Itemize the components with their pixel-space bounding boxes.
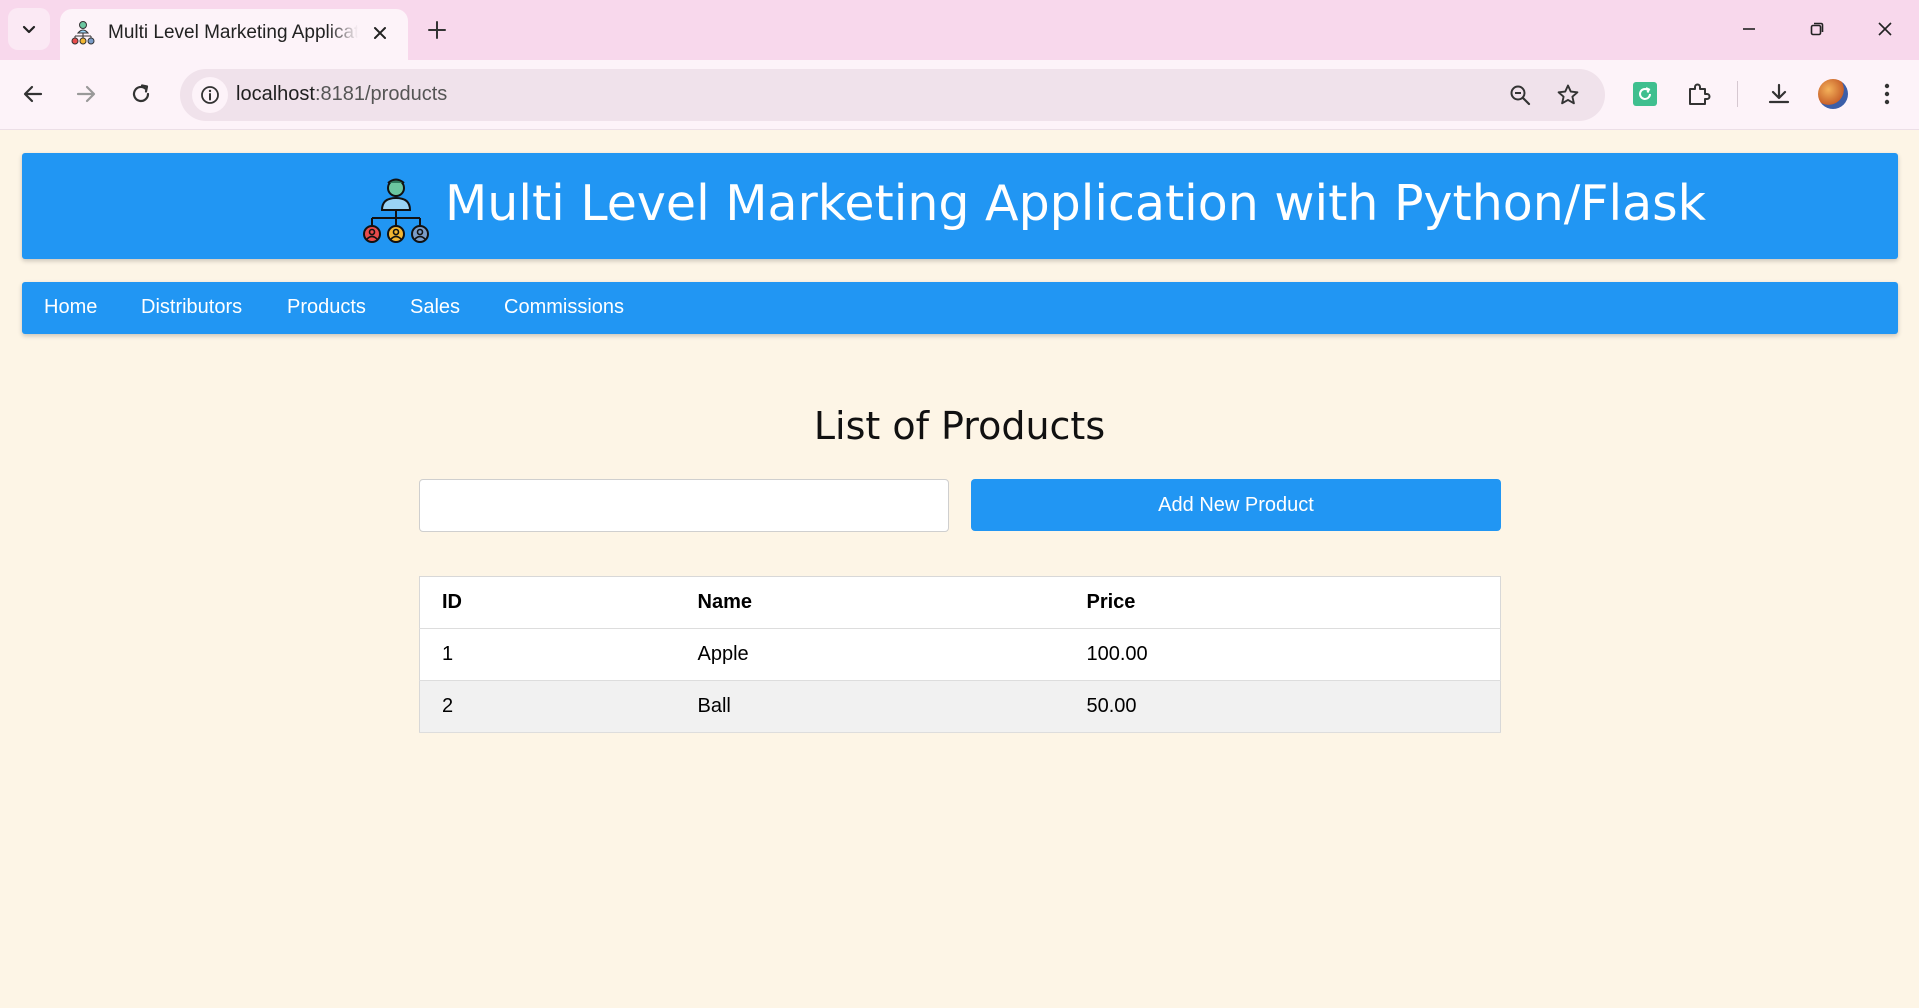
minimize-icon [1743,28,1755,30]
url-host: localhost [236,83,315,105]
arrow-right-icon [76,85,96,103]
close-icon [1878,22,1892,36]
arrow-left-icon [23,85,43,103]
browser-menu-button[interactable] [1867,74,1907,114]
nav-item-sales[interactable]: Sales [410,296,460,319]
tab-search-button[interactable] [8,8,50,50]
restore-button[interactable] [1783,0,1851,58]
site-info-button[interactable] [192,77,228,113]
main-navbar: Home Distributors Products Sales Commiss… [22,282,1898,334]
page-title: List of Products [813,404,1106,448]
add-new-product-button[interactable]: Add New Product [971,479,1501,531]
extension-refresh-icon [1633,82,1657,106]
cell-price: 100.00 [1064,628,1501,681]
download-icon [1768,83,1790,104]
url-path: :8181/products [314,83,448,105]
cell-price: 50.00 [1064,680,1501,733]
forward-button[interactable] [66,74,106,114]
mlm-network-logo-icon [363,178,429,243]
product-search-input[interactable] [419,479,949,532]
cell-name: Ball [675,680,1065,733]
plus-icon [428,21,446,39]
app-header: Multi Level Marketing Application with P… [22,153,1898,259]
nav-item-commissions[interactable]: Commissions [504,296,624,319]
info-icon [201,86,219,104]
cell-id: 2 [419,680,676,733]
new-tab-button[interactable] [421,14,453,46]
address-bar[interactable]: localhost:8181/products [180,69,1605,121]
nav-item-distributors[interactable]: Distributors [141,296,242,319]
more-vertical-icon [1884,83,1890,105]
products-table: ID Name Price 1 Apple 100.00 2 Ball 50.0… [419,576,1501,733]
table-header-row: ID Name Price [419,576,1501,629]
zoom-out-icon [1510,85,1531,106]
url-text[interactable]: localhost:8181/products [236,83,447,106]
restore-icon [1810,22,1824,36]
reload-button[interactable] [121,74,161,114]
browser-tab-active[interactable]: Multi Level Marketing Application with P… [60,9,408,60]
cell-id: 1 [419,628,676,681]
reload-icon [132,84,150,103]
nav-item-home[interactable]: Home [44,296,97,319]
star-icon [1557,84,1579,105]
chevron-down-icon [22,25,36,34]
browser-toolbar: localhost:8181/products [0,60,1919,130]
column-header-name[interactable]: Name [675,576,1065,629]
close-window-button[interactable] [1851,0,1919,58]
puzzle-icon [1689,83,1711,105]
column-header-price[interactable]: Price [1064,576,1501,629]
network-people-icon [71,21,95,45]
nav-item-products[interactable]: Products [287,296,366,319]
cell-name: Apple [675,628,1065,681]
table-row[interactable]: 1 Apple 100.00 [419,628,1501,681]
downloads-button[interactable] [1759,74,1799,114]
table-row[interactable]: 2 Ball 50.00 [419,680,1501,733]
minimize-button[interactable] [1715,0,1783,58]
app-title: Multi Level Marketing Application with P… [445,175,1707,232]
close-tab-icon[interactable] [366,19,394,47]
bookmark-button[interactable] [1550,77,1586,113]
extensions-menu-button[interactable] [1679,74,1719,114]
browser-tab-title: Multi Level Marketing Application with P… [108,22,358,43]
back-button[interactable] [13,74,53,114]
column-header-id[interactable]: ID [419,576,676,629]
toolbar-divider [1737,81,1738,107]
extension-button[interactable] [1625,74,1665,114]
browser-tabstrip: Multi Level Marketing Application with P… [0,0,1919,60]
zoom-button[interactable] [1502,77,1538,113]
profile-avatar[interactable] [1818,79,1848,109]
